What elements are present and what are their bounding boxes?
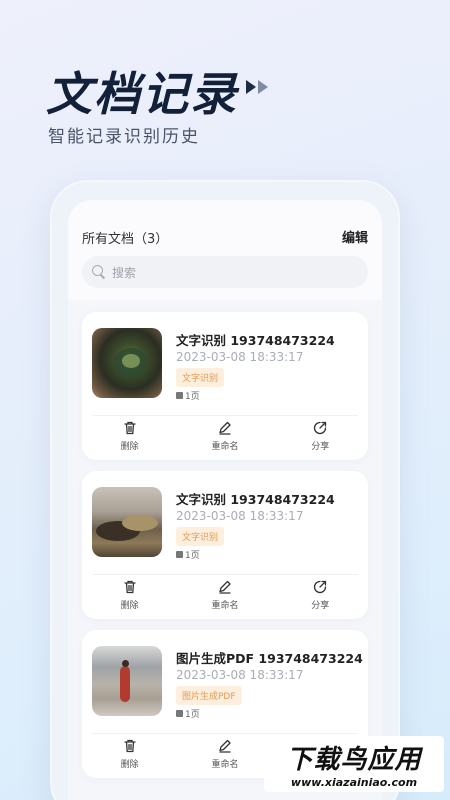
watermark-url: www.xiazainiao.com xyxy=(290,776,418,789)
share-label: 分享 xyxy=(311,601,330,611)
hero-title: 文档记录 xyxy=(46,67,238,121)
page-count-label: 1页 xyxy=(185,551,200,561)
list-header: 所有文档（3） 编辑 搜索 xyxy=(68,200,382,300)
rename-button[interactable]: 重命名 xyxy=(195,420,255,456)
page-icon xyxy=(176,551,183,558)
document-title: 文字识别 193748473224 xyxy=(176,492,335,507)
share-button[interactable]: 分享 xyxy=(290,420,350,456)
divider xyxy=(92,733,358,734)
document-date: 2023-03-08 18:33:17 xyxy=(176,350,304,364)
page-count: 1页 xyxy=(176,389,200,402)
pencil-icon xyxy=(219,739,231,753)
search-input[interactable]: 搜索 xyxy=(82,256,368,288)
share-button[interactable]: 分享 xyxy=(290,579,350,615)
trash-icon xyxy=(124,739,136,753)
rename-button[interactable]: 重命名 xyxy=(195,738,255,774)
edit-button[interactable]: 编辑 xyxy=(342,227,368,246)
document-type-badge: 文字识别 xyxy=(176,368,225,387)
document-type-badge: 文字识别 xyxy=(176,527,225,546)
page-count: 1页 xyxy=(176,548,200,561)
document-card[interactable]: 文字识别 193748473224 2023-03-08 18:33:17 文字… xyxy=(82,471,368,619)
phone-frame: 所有文档（3） 编辑 搜索 文字识别 193748473224 2023-03-… xyxy=(50,180,400,800)
rename-label: 重命名 xyxy=(211,442,239,452)
share-label: 分享 xyxy=(311,442,330,452)
page-icon xyxy=(176,710,183,717)
document-thumbnail xyxy=(92,328,162,398)
page-count: 1页 xyxy=(176,707,200,720)
document-card[interactable]: 文字识别 193748473224 2023-03-08 18:33:17 文字… xyxy=(82,312,368,460)
document-title: 文字识别 193748473224 xyxy=(176,333,335,348)
search-placeholder: 搜索 xyxy=(112,265,137,280)
rename-button[interactable]: 重命名 xyxy=(195,579,255,615)
page-count-label: 1页 xyxy=(185,392,200,402)
delete-label: 删除 xyxy=(120,442,139,452)
document-title: 图片生成PDF 193748473224 xyxy=(176,651,363,666)
delete-label: 删除 xyxy=(120,601,139,611)
delete-button[interactable]: 删除 xyxy=(100,420,160,456)
pencil-icon xyxy=(219,421,231,435)
share-icon xyxy=(314,580,327,594)
divider xyxy=(92,415,358,416)
search-icon xyxy=(92,265,106,279)
delete-button[interactable]: 删除 xyxy=(100,579,160,615)
document-type-badge: 图片生成PDF xyxy=(176,686,242,705)
divider xyxy=(92,574,358,575)
card-actions: 删除 重命名 分享 xyxy=(82,420,368,456)
document-date: 2023-03-08 18:33:17 xyxy=(176,668,304,682)
rename-label: 重命名 xyxy=(211,760,239,770)
document-count: 所有文档（3） xyxy=(82,232,169,247)
app-screen: 所有文档（3） 编辑 搜索 文字识别 193748473224 2023-03-… xyxy=(68,200,382,800)
play-arrows-icon xyxy=(246,80,268,94)
trash-icon xyxy=(124,580,136,594)
document-thumbnail xyxy=(92,487,162,557)
delete-label: 删除 xyxy=(120,760,139,770)
card-actions: 删除 重命名 分享 xyxy=(82,579,368,615)
delete-button[interactable]: 删除 xyxy=(100,738,160,774)
page-count-label: 1页 xyxy=(185,710,200,720)
document-date: 2023-03-08 18:33:17 xyxy=(176,509,304,523)
document-thumbnail xyxy=(92,646,162,716)
share-icon xyxy=(314,421,327,435)
watermark-brand: 下载鸟应用 xyxy=(286,745,422,775)
hero-subtitle: 智能记录识别历史 xyxy=(48,127,200,147)
rename-label: 重命名 xyxy=(211,601,239,611)
page-icon xyxy=(176,392,183,399)
trash-icon xyxy=(124,421,136,435)
watermark-logo: 下载鸟应用 www.xiazainiao.com xyxy=(264,736,444,792)
pencil-icon xyxy=(219,580,231,594)
